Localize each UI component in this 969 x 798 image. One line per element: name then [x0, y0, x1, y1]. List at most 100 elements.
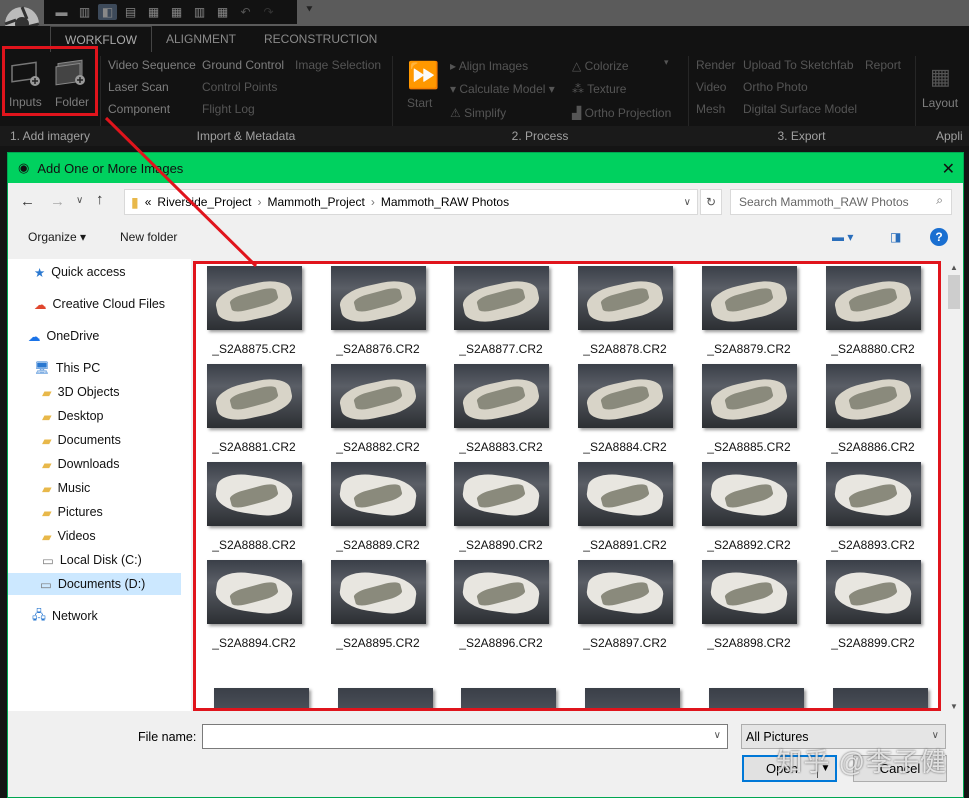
- ortho-projection-button[interactable]: Ortho Projection: [585, 106, 672, 120]
- control-points-button[interactable]: Control Points: [202, 80, 277, 94]
- report-button[interactable]: Report: [865, 58, 901, 72]
- breadcrumb-item[interactable]: Riverside_Project: [157, 195, 251, 209]
- scroll-thumb[interactable]: [948, 275, 960, 309]
- breadcrumb-item[interactable]: Mammoth_RAW Photos: [381, 195, 509, 209]
- layout-3-icon[interactable]: ◧: [98, 4, 117, 20]
- ortho-photo-button[interactable]: Ortho Photo: [743, 80, 808, 94]
- file-item[interactable]: _S2A8875.CR2: [199, 266, 309, 356]
- layout-5-icon[interactable]: ▦: [144, 4, 163, 20]
- nav-item[interactable]: ▰ Desktop: [42, 405, 103, 427]
- file-item[interactable]: _S2A8876.CR2: [323, 266, 433, 356]
- preview-pane-icon[interactable]: ◨: [890, 230, 901, 244]
- calculate-model-button[interactable]: Calculate Model: [459, 82, 545, 96]
- file-item[interactable]: _S2A8882.CR2: [323, 364, 433, 454]
- image-thumbnail[interactable]: [214, 688, 309, 708]
- redo-icon[interactable]: ↷: [259, 4, 278, 20]
- refresh-icon[interactable]: ↻: [700, 189, 722, 215]
- image-thumbnail[interactable]: [833, 688, 928, 708]
- close-icon[interactable]: ✕: [942, 159, 955, 179]
- recent-dropdown-icon[interactable]: ∨: [76, 195, 83, 206]
- file-item[interactable]: _S2A8894.CR2: [199, 560, 309, 650]
- video-button[interactable]: Video: [696, 80, 726, 94]
- file-item[interactable]: _S2A8895.CR2: [323, 560, 433, 650]
- up-icon[interactable]: ↑: [96, 191, 104, 208]
- file-item[interactable]: _S2A8896.CR2: [446, 560, 556, 650]
- file-item[interactable]: _S2A8886.CR2: [818, 364, 928, 454]
- file-item[interactable]: _S2A8891.CR2: [570, 462, 680, 552]
- simplify-button[interactable]: Simplify: [464, 106, 506, 120]
- file-item[interactable]: _S2A8878.CR2: [570, 266, 680, 356]
- mesh-button[interactable]: Mesh: [696, 102, 725, 116]
- nav-item[interactable]: ▭ Local Disk (C:): [42, 549, 142, 571]
- undo-icon[interactable]: ↶: [236, 4, 255, 20]
- nav-item[interactable]: ☁ OneDrive: [28, 325, 99, 347]
- address-dropdown-icon[interactable]: ∨: [684, 197, 691, 208]
- breadcrumb-overflow[interactable]: «: [145, 195, 152, 209]
- nav-item[interactable]: 🖥 This PC: [34, 357, 100, 379]
- file-item[interactable]: _S2A8889.CR2: [323, 462, 433, 552]
- file-name-input[interactable]: ∨: [202, 724, 728, 749]
- laser-scan-button[interactable]: Laser Scan: [108, 80, 169, 94]
- component-button[interactable]: Component: [108, 102, 170, 116]
- tab-reconstruction[interactable]: RECONSTRUCTION: [250, 26, 391, 52]
- file-item[interactable]: _S2A8879.CR2: [694, 266, 804, 356]
- layout-7-icon[interactable]: ▥: [190, 4, 209, 20]
- texture-button[interactable]: Texture: [587, 82, 626, 96]
- vertical-scrollbar[interactable]: ▲ ▼: [945, 263, 963, 711]
- organize-button[interactable]: Organize ▾: [28, 230, 86, 244]
- view-options-icon[interactable]: ▬ ▾: [832, 230, 853, 244]
- image-thumbnail[interactable]: [338, 688, 433, 708]
- nav-item[interactable]: ▰ Downloads: [42, 453, 119, 475]
- process-dropdown-icon[interactable]: ▾: [664, 57, 669, 68]
- file-item[interactable]: _S2A8892.CR2: [694, 462, 804, 552]
- layout-6-icon[interactable]: ▦: [167, 4, 186, 20]
- render-button[interactable]: Render: [696, 58, 735, 72]
- flight-log-button[interactable]: Flight Log: [202, 102, 255, 116]
- layout-8-icon[interactable]: ▦: [213, 4, 232, 20]
- image-thumbnail[interactable]: [461, 688, 556, 708]
- nav-item[interactable]: ☁ Creative Cloud Files: [34, 293, 165, 315]
- nav-item[interactable]: ▰ Pictures: [42, 501, 103, 523]
- file-item[interactable]: _S2A8890.CR2: [446, 462, 556, 552]
- new-folder-button[interactable]: New folder: [120, 230, 177, 244]
- start-button[interactable]: Start: [407, 96, 432, 110]
- file-item[interactable]: _S2A8898.CR2: [694, 560, 804, 650]
- help-icon[interactable]: ?: [930, 228, 948, 246]
- file-item[interactable]: _S2A8877.CR2: [446, 266, 556, 356]
- layout-2-icon[interactable]: ▥: [75, 4, 94, 20]
- back-icon[interactable]: ←: [20, 193, 35, 210]
- file-item[interactable]: _S2A8893.CR2: [818, 462, 928, 552]
- nav-item[interactable]: ▰ Videos: [42, 525, 96, 547]
- breadcrumb-item[interactable]: Mammoth_Project: [267, 195, 364, 209]
- file-item[interactable]: _S2A8880.CR2: [818, 266, 928, 356]
- tab-alignment[interactable]: ALIGNMENT: [152, 26, 250, 52]
- address-bar[interactable]: ▮ « Riverside_Project › Mammoth_Project › …: [124, 189, 698, 215]
- file-item[interactable]: _S2A8885.CR2: [694, 364, 804, 454]
- layout-button[interactable]: Layout: [922, 96, 958, 110]
- align-images-button[interactable]: Align Images: [459, 59, 528, 73]
- nav-item[interactable]: ▰ Documents: [42, 429, 121, 451]
- nav-item[interactable]: ▰ Music: [42, 477, 90, 499]
- nav-item[interactable]: ▭ Documents (D:): [8, 573, 181, 595]
- layout-1-icon[interactable]: ▬: [52, 4, 71, 20]
- colorize-button[interactable]: Colorize: [585, 59, 629, 73]
- upload-sketchfab-button[interactable]: Upload To Sketchfab: [743, 58, 854, 72]
- forward-icon[interactable]: →: [50, 193, 65, 210]
- file-item[interactable]: _S2A8888.CR2: [199, 462, 309, 552]
- image-selection-button[interactable]: Image Selection: [295, 58, 381, 72]
- file-item[interactable]: _S2A8881.CR2: [199, 364, 309, 454]
- layout-4-icon[interactable]: ▤: [121, 4, 140, 20]
- image-thumbnail[interactable]: [585, 688, 680, 708]
- image-thumbnail[interactable]: [709, 688, 804, 708]
- ground-control-button[interactable]: Ground Control: [202, 58, 284, 72]
- video-sequence-button[interactable]: Video Sequence: [108, 58, 196, 72]
- chevron-down-icon[interactable]: ∨: [714, 730, 721, 741]
- digital-surface-model-button[interactable]: Digital Surface Model: [743, 102, 857, 116]
- nav-item[interactable]: 🖧 Network: [32, 605, 98, 627]
- file-item[interactable]: _S2A8884.CR2: [570, 364, 680, 454]
- file-item[interactable]: _S2A8897.CR2: [570, 560, 680, 650]
- file-item[interactable]: _S2A8899.CR2: [818, 560, 928, 650]
- search-input[interactable]: Search Mammoth_RAW Photos ⌕: [730, 189, 952, 215]
- file-item[interactable]: _S2A8883.CR2: [446, 364, 556, 454]
- customize-toolbar-icon[interactable]: ⯆: [305, 4, 314, 17]
